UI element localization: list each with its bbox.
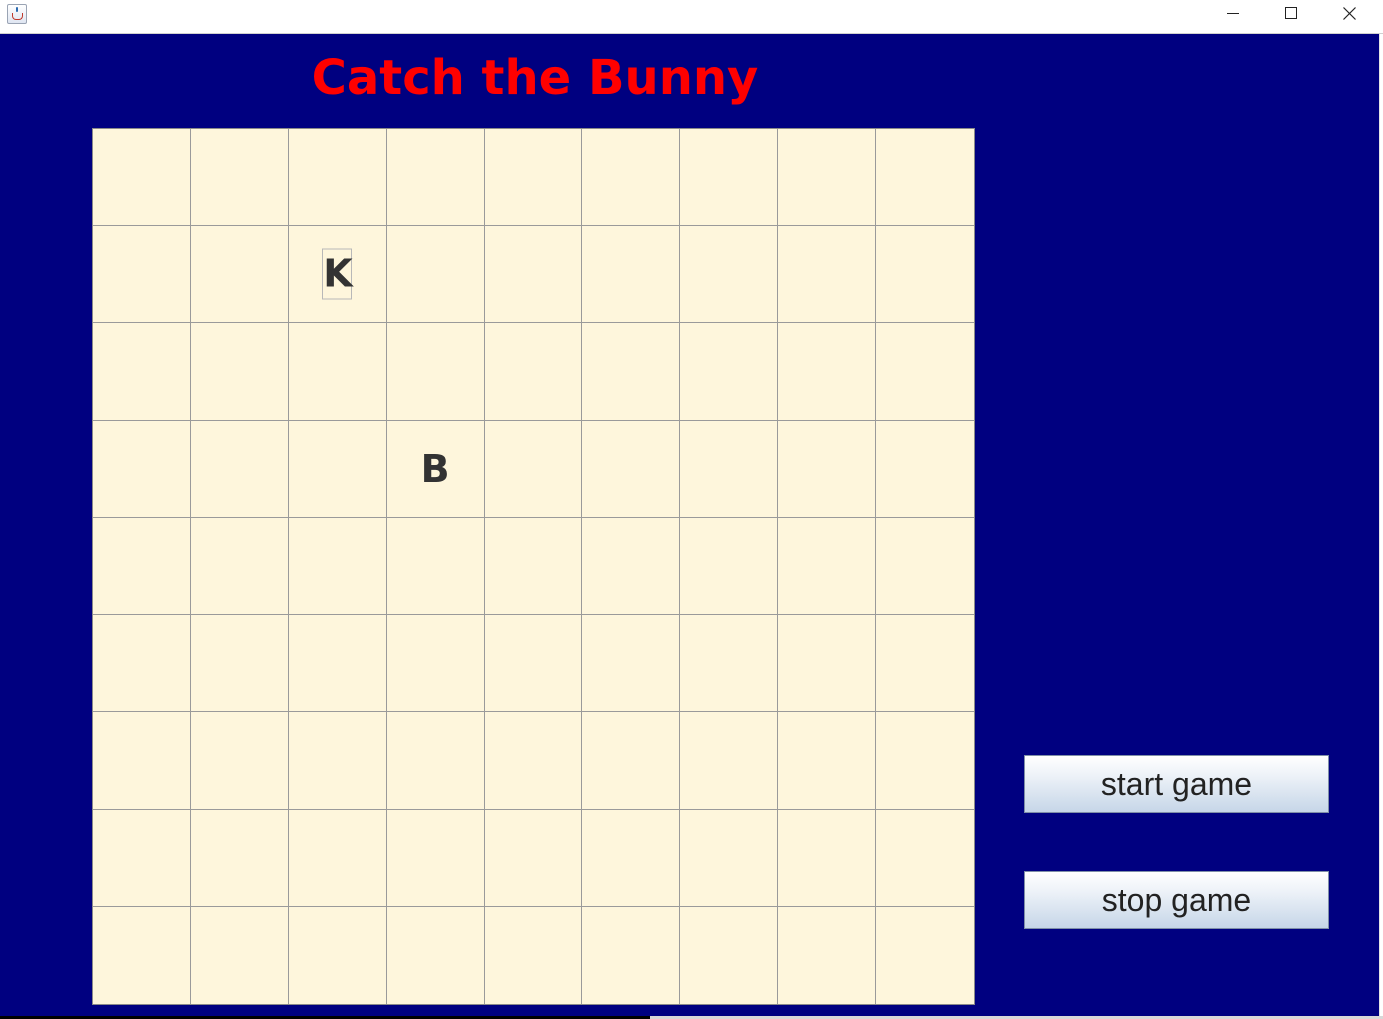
board-cell[interactable]: [778, 615, 877, 713]
board-cell[interactable]: [876, 129, 974, 227]
board-cell[interactable]: [582, 906, 681, 1004]
board-cell[interactable]: [93, 809, 191, 907]
board-cell[interactable]: [680, 226, 779, 324]
board-cell[interactable]: [876, 420, 974, 518]
board-cell[interactable]: [484, 323, 583, 421]
board-cell[interactable]: [680, 615, 779, 713]
board-cell[interactable]: [93, 420, 191, 518]
board-cell[interactable]: K: [288, 226, 387, 324]
minimize-button[interactable]: [1204, 0, 1262, 28]
board-cell[interactable]: [680, 323, 779, 421]
app-window: Catch the Bunny KB start game stop game: [0, 0, 1383, 1019]
board-cell[interactable]: [778, 129, 877, 227]
board-cell[interactable]: [582, 712, 681, 810]
board-cell[interactable]: [876, 809, 974, 907]
board-cell[interactable]: [386, 809, 485, 907]
board-cell[interactable]: [288, 906, 387, 1004]
board-cell[interactable]: [876, 517, 974, 616]
board-cell[interactable]: [190, 517, 289, 616]
board-cell[interactable]: [190, 129, 289, 227]
board-cell[interactable]: [778, 712, 877, 810]
board-cell[interactable]: [190, 615, 289, 713]
close-icon: [1343, 7, 1356, 20]
board-cell[interactable]: [93, 129, 191, 227]
board-cell[interactable]: [582, 420, 681, 518]
board-cell[interactable]: [190, 712, 289, 810]
board-cell[interactable]: [288, 712, 387, 810]
board-cell[interactable]: [680, 712, 779, 810]
board-cell[interactable]: [876, 615, 974, 713]
board-cell[interactable]: [93, 226, 191, 324]
board-cell[interactable]: B: [386, 420, 485, 518]
game-board: KB: [92, 128, 975, 1005]
board-cell[interactable]: [190, 226, 289, 324]
board-cell[interactable]: [778, 906, 877, 1004]
board-cell[interactable]: [386, 517, 485, 616]
board-cell[interactable]: [582, 323, 681, 421]
board-cell[interactable]: [484, 517, 583, 616]
board-cell[interactable]: [386, 323, 485, 421]
board-cell[interactable]: [386, 712, 485, 810]
board-cell[interactable]: [484, 226, 583, 324]
game-title: Catch the Bunny: [311, 50, 759, 106]
board-cell[interactable]: [484, 615, 583, 713]
board-cell[interactable]: [778, 323, 877, 421]
board-cell[interactable]: [582, 129, 681, 227]
board-cell[interactable]: [93, 517, 191, 616]
board-cell[interactable]: [778, 420, 877, 518]
close-button[interactable]: [1320, 0, 1378, 28]
board-cell[interactable]: [190, 420, 289, 518]
board-cell[interactable]: [582, 809, 681, 907]
board-cell[interactable]: [484, 420, 583, 518]
board-cell[interactable]: [876, 906, 974, 1004]
board-cell[interactable]: [680, 517, 779, 616]
board-cell[interactable]: [484, 809, 583, 907]
board-cell[interactable]: [288, 129, 387, 227]
board-cell[interactable]: [680, 420, 779, 518]
board-cell[interactable]: [386, 226, 485, 324]
board-cell[interactable]: [876, 226, 974, 324]
board-cell[interactable]: [582, 226, 681, 324]
board-cell[interactable]: [680, 906, 779, 1004]
board-cell[interactable]: [484, 129, 583, 227]
board-cell[interactable]: [876, 323, 974, 421]
board-cell[interactable]: [484, 906, 583, 1004]
board-cell[interactable]: [876, 712, 974, 810]
title-bar[interactable]: [0, 0, 1383, 34]
java-cup-icon[interactable]: [7, 4, 27, 24]
board-cell[interactable]: [778, 809, 877, 907]
board-cell[interactable]: [680, 809, 779, 907]
keeper-piece: K: [322, 248, 353, 300]
board-cell[interactable]: [288, 420, 387, 518]
window-edge: [1379, 34, 1383, 1017]
board-cell[interactable]: [288, 517, 387, 616]
board-cell[interactable]: [190, 809, 289, 907]
board-cell[interactable]: [778, 517, 877, 616]
maximize-button[interactable]: [1262, 0, 1320, 28]
board-cell[interactable]: [582, 615, 681, 713]
start-game-button[interactable]: start game: [1024, 755, 1329, 813]
minimize-icon: [1227, 13, 1239, 14]
board-cell[interactable]: [386, 615, 485, 713]
board-cell[interactable]: [288, 323, 387, 421]
board-cell[interactable]: [93, 712, 191, 810]
board-cell[interactable]: [582, 517, 681, 616]
board-cell[interactable]: [778, 226, 877, 324]
board-cell[interactable]: [93, 615, 191, 713]
board-cell[interactable]: [93, 323, 191, 421]
board-cell[interactable]: [680, 129, 779, 227]
board-cell[interactable]: [93, 906, 191, 1004]
bunny-piece: B: [420, 446, 450, 491]
board-cell[interactable]: [386, 906, 485, 1004]
board-cell[interactable]: [484, 712, 583, 810]
board-cell[interactable]: [288, 809, 387, 907]
stop-game-button[interactable]: stop game: [1024, 871, 1329, 929]
board-cell[interactable]: [190, 323, 289, 421]
board-cell[interactable]: [288, 615, 387, 713]
maximize-icon: [1285, 7, 1297, 19]
board-cell[interactable]: [386, 129, 485, 227]
board-cell[interactable]: [190, 906, 289, 1004]
